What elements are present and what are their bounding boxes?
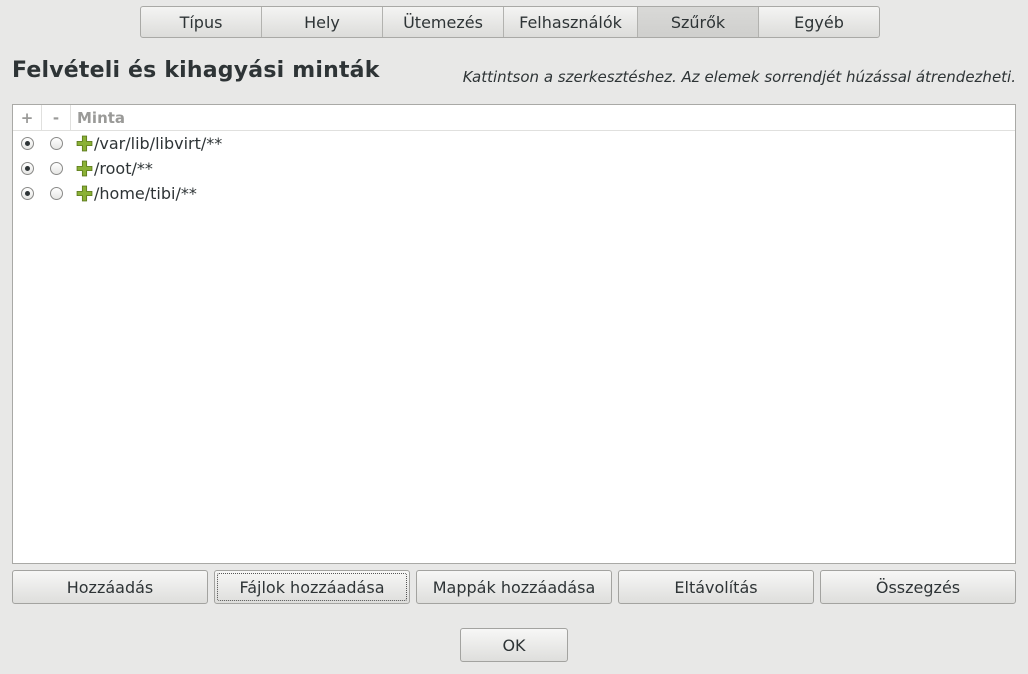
page-title: Felvételi és kihagyási minták: [12, 58, 380, 83]
exclude-radio-cell: [42, 162, 71, 175]
tab-filters[interactable]: Szűrők: [638, 7, 759, 37]
list-header: + - Minta: [13, 105, 1015, 131]
pattern-cell[interactable]: /root/**: [71, 159, 153, 178]
tab-schedule[interactable]: Ütemezés: [383, 7, 504, 37]
remove-button[interactable]: Eltávolítás: [618, 570, 814, 604]
column-pattern[interactable]: Minta: [71, 105, 125, 130]
tab-users[interactable]: Felhasználók: [504, 7, 638, 37]
add-files-button[interactable]: Fájlok hozzáadása: [214, 570, 410, 604]
include-radio-cell: [13, 162, 42, 175]
column-include[interactable]: +: [13, 105, 42, 130]
plus-icon: [76, 185, 93, 202]
button-bar: Hozzáadás Fájlok hozzáadása Mappák hozzá…: [12, 570, 1016, 604]
include-radio-cell: [13, 187, 42, 200]
exclude-radio-cell: [42, 187, 71, 200]
add-folders-button[interactable]: Mappák hozzáadása: [416, 570, 612, 604]
summary-button[interactable]: Összegzés: [820, 570, 1016, 604]
exclude-radio-cell: [42, 137, 71, 150]
include-radio[interactable]: [21, 187, 34, 200]
tab-type[interactable]: Típus: [141, 7, 262, 37]
include-radio-cell: [13, 137, 42, 150]
pattern-cell[interactable]: /var/lib/libvirt/**: [71, 134, 222, 153]
plus-icon: [76, 160, 93, 177]
edit-hint: Kattintson a szerkesztéshez. Az elemek s…: [462, 68, 1016, 86]
ok-button[interactable]: OK: [460, 628, 568, 662]
tab-location[interactable]: Hely: [262, 7, 383, 37]
include-radio[interactable]: [21, 137, 34, 150]
exclude-radio[interactable]: [50, 162, 63, 175]
pattern-text: /home/tibi/**: [94, 184, 197, 203]
pattern-list[interactable]: + - Minta /var/lib/libvirt/** /root/** /ho…: [12, 104, 1016, 564]
table-row[interactable]: /var/lib/libvirt/**: [13, 131, 1015, 156]
tab-other[interactable]: Egyéb: [759, 7, 879, 37]
pattern-text: /root/**: [94, 159, 153, 178]
exclude-radio[interactable]: [50, 137, 63, 150]
exclude-radio[interactable]: [50, 187, 63, 200]
pattern-rows: /var/lib/libvirt/** /root/** /home/tibi/**: [13, 131, 1015, 206]
tab-bar: Típus Hely Ütemezés Felhasználók Szűrők …: [140, 6, 880, 38]
column-exclude[interactable]: -: [42, 105, 71, 130]
table-row[interactable]: /home/tibi/**: [13, 181, 1015, 206]
table-row[interactable]: /root/**: [13, 156, 1015, 181]
pattern-text: /var/lib/libvirt/**: [94, 134, 223, 153]
include-radio[interactable]: [21, 162, 34, 175]
pattern-cell[interactable]: /home/tibi/**: [71, 184, 197, 203]
add-button[interactable]: Hozzáadás: [12, 570, 208, 604]
plus-icon: [76, 135, 93, 152]
